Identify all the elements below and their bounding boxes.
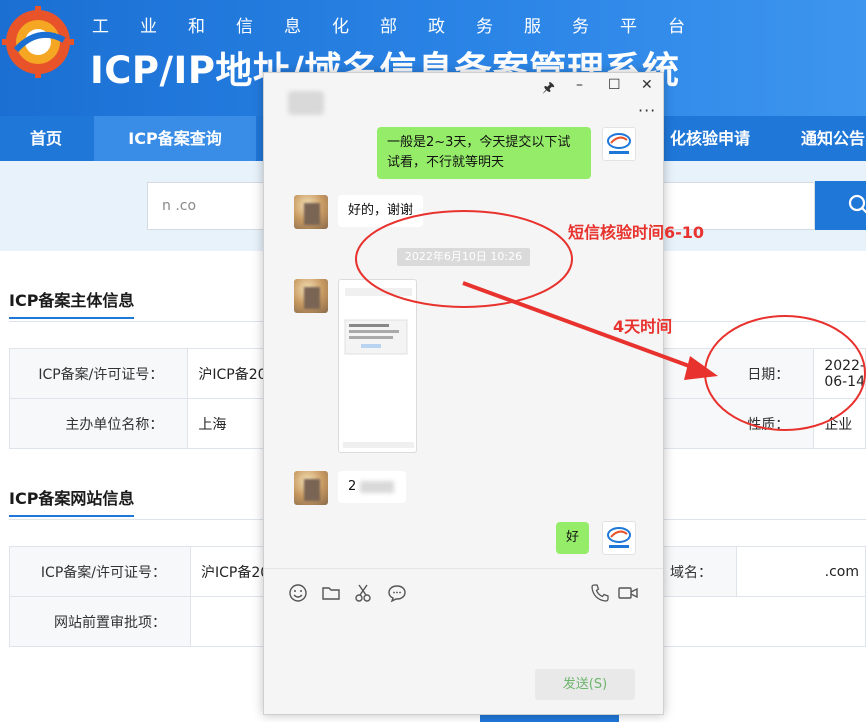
header-subtitle: 工业和信息化部政务服务平台 [92, 17, 716, 37]
scissors-icon[interactable] [354, 583, 376, 603]
avatar [294, 195, 328, 229]
query-button[interactable] [480, 714, 619, 722]
org-name-label: 主办单位名称： [8, 398, 189, 449]
miit-logo-icon [2, 6, 74, 78]
avatar [602, 127, 636, 161]
pre-approval-label: 网站前置审批项： [9, 596, 191, 647]
pin-icon[interactable]: 🖈 [542, 77, 555, 101]
avatar [602, 521, 636, 555]
phone-screenshot-icon [343, 288, 414, 448]
annotation-days-label: 4天时间 [613, 317, 673, 336]
nav-icp-query[interactable]: ICP备案查询 [94, 116, 256, 161]
more-icon[interactable]: ··· [638, 101, 656, 120]
approve-date-value: 2022-06-14 [813, 348, 866, 399]
nav-notice[interactable]: 通知公告 [788, 116, 866, 161]
org-type-value: 企业 [813, 398, 866, 449]
phone-icon[interactable] [590, 583, 610, 603]
message-bubble[interactable]: 一般是2~3天，今天提交以下试试看，不行就等明天 [377, 127, 591, 179]
video-icon[interactable] [617, 583, 639, 603]
domain-value: .com [736, 546, 866, 597]
nav-verify-apply[interactable]: 化核验申请 [650, 116, 770, 161]
chat-bubble-icon[interactable] [387, 583, 407, 603]
message-text: 2 [348, 479, 357, 494]
close-icon[interactable]: ✕ [641, 77, 653, 93]
send-button[interactable]: 发送(S) [535, 669, 635, 700]
search-icon [848, 194, 866, 214]
license-label: ICP备案/许可证号： [8, 348, 189, 399]
input-divider [264, 568, 663, 569]
search-button[interactable] [815, 181, 866, 230]
chat-contact-name [288, 91, 324, 115]
chat-window: 🖈 – ☐ ✕ ··· 一般是2~3天，今天提交以下试试看，不行就等明天 好的，… [263, 72, 664, 715]
annotation-sms-label: 短信核验时间6-10 [568, 223, 705, 242]
message-bubble[interactable]: 2 [338, 471, 406, 503]
folder-icon[interactable] [321, 583, 341, 603]
blurred-text [360, 480, 395, 493]
message-timestamp: 2022年6月10日 10:26 [397, 248, 530, 266]
website-section-title: ICP备案网站信息 [9, 485, 135, 517]
maximize-icon[interactable]: ☐ [608, 77, 621, 93]
site-license-label: ICP备案/许可证号： [9, 546, 191, 597]
company-logo-icon [607, 527, 631, 548]
nav-home[interactable]: 首页 [0, 116, 92, 161]
minimize-icon[interactable]: – [576, 77, 583, 93]
company-logo-icon [607, 133, 631, 154]
message-bubble[interactable]: 好的，谢谢 [338, 195, 424, 227]
avatar [294, 279, 328, 313]
message-bubble[interactable]: 好 [556, 522, 590, 554]
subject-section-title: ICP备案主体信息 [9, 287, 135, 319]
emoji-icon[interactable] [288, 583, 308, 603]
image-message[interactable] [338, 279, 417, 453]
avatar [294, 471, 328, 505]
